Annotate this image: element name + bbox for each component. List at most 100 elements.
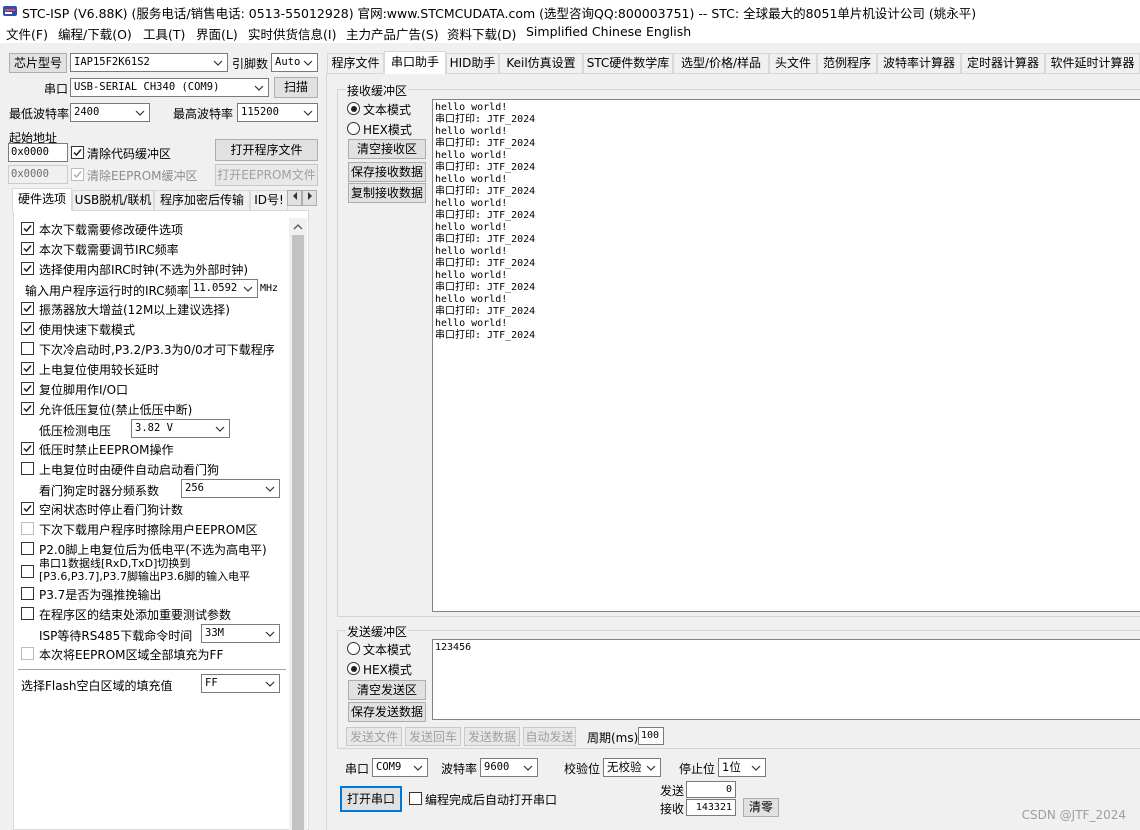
reset-pin-io-checkbox[interactable] xyxy=(21,382,34,395)
port-select[interactable]: USB-SERIAL CH340 (COM9) xyxy=(70,78,269,97)
idle-stop-watchdog-checkbox[interactable] xyxy=(21,502,34,515)
receive-line: 串口打印: JTF_2024 xyxy=(435,186,536,197)
recv-text-mode-radio[interactable] xyxy=(347,102,360,115)
irc-frequency-select[interactable]: 11.0592 xyxy=(189,279,258,298)
tab-baud-calculator[interactable]: 波特率计算器 xyxy=(877,53,961,73)
code-start-address-input[interactable]: 0x0000 xyxy=(8,143,68,162)
send-hex-mode-radio[interactable] xyxy=(347,662,360,675)
chip-model-select[interactable]: IAP15F2K61S2 xyxy=(70,53,228,72)
save-send-button[interactable]: 保存发送数据 xyxy=(348,702,426,722)
cold-start-p32-checkbox[interactable] xyxy=(21,342,34,355)
tab-selection-price[interactable]: 选型/价格/样品 xyxy=(673,53,769,73)
tab-scroll-left-button[interactable] xyxy=(287,190,302,206)
tab-math-lib[interactable]: STC硬件数学库 xyxy=(583,53,673,73)
caret-up-icon xyxy=(293,224,303,230)
tab-examples[interactable]: 范例程序 xyxy=(817,53,877,73)
chevron-down-icon xyxy=(751,765,761,771)
menu-supply[interactable]: 实时供货信息(I) xyxy=(248,24,336,43)
menu-file[interactable]: 文件(F) xyxy=(6,24,48,43)
receive-line: hello world! xyxy=(435,126,508,137)
parity-select[interactable]: 无校验 xyxy=(603,758,661,777)
chevron-down-icon xyxy=(265,486,275,492)
chip-model-button[interactable]: 芯片型号 xyxy=(9,53,67,73)
test-params-checkbox[interactable] xyxy=(21,607,34,620)
open-serial-port-button[interactable]: 打开串口 xyxy=(340,786,402,812)
receive-line: 串口打印: JTF_2024 xyxy=(435,138,536,149)
p20-low-checkbox[interactable] xyxy=(21,542,34,555)
erase-eeprom-checkbox[interactable] xyxy=(21,522,34,535)
chevron-down-icon xyxy=(265,681,275,687)
fill-eeprom-ff-checkbox[interactable] xyxy=(21,647,34,660)
period-input[interactable]: 100 xyxy=(638,727,664,745)
check-icon xyxy=(23,325,32,333)
menu-ui[interactable]: 界面(L) xyxy=(196,24,238,43)
tab-usb-offline[interactable]: USB脱机/联机 xyxy=(72,190,154,210)
serial-port-value: COM9 xyxy=(376,761,402,773)
menu-simplified-chinese[interactable]: Simplified Chinese xyxy=(526,24,642,39)
tab-program-file[interactable]: 程序文件 xyxy=(327,53,384,73)
check-icon xyxy=(23,225,32,233)
tab-keil-sim[interactable]: Keil仿真设置 xyxy=(499,53,583,73)
eeprom-lv-disable-checkbox[interactable] xyxy=(21,442,34,455)
hardware-options-scrollbar[interactable] xyxy=(289,218,307,830)
uart-switch-checkbox[interactable] xyxy=(21,565,34,578)
receive-line: 串口打印: JTF_2024 xyxy=(435,282,536,293)
internal-irc-checkbox[interactable] xyxy=(21,262,34,275)
isp-rs485-wait-label: ISP等待RS485下载命令时间 xyxy=(39,629,193,643)
tab-serial-assistant[interactable]: 串口助手 xyxy=(384,51,446,74)
menu-bar: 文件(F) 编程/下载(O) 工具(T) 界面(L) 实时供货信息(I) 主力产… xyxy=(0,22,1140,44)
serial-port-select[interactable]: COM9 xyxy=(372,758,428,777)
menu-tools[interactable]: 工具(T) xyxy=(143,24,185,43)
clear-receive-button[interactable]: 清空接收区 xyxy=(348,139,426,159)
tab-timer-calculator[interactable]: 定时器计算器 xyxy=(961,53,1045,73)
save-receive-button[interactable]: 保存接收数据 xyxy=(348,162,426,182)
tab-id-number[interactable]: ID号! xyxy=(250,190,288,210)
send-textarea[interactable]: 123456 xyxy=(432,639,1140,720)
stop-bits-select[interactable]: 1位 xyxy=(718,758,766,777)
hw-watchdog-checkbox[interactable] xyxy=(21,462,34,475)
check-icon xyxy=(73,149,82,157)
copy-receive-button[interactable]: 复制接收数据 xyxy=(348,183,426,203)
clear-counts-button[interactable]: 清零 xyxy=(743,798,779,817)
pin-count-select[interactable]: Auto xyxy=(271,53,318,72)
p37-push-pull-checkbox[interactable] xyxy=(21,587,34,600)
modify-hw-options-checkbox[interactable] xyxy=(21,222,34,235)
receive-textarea[interactable]: hello world! 串口打印: JTF_2024 hello world! 串口… xyxy=(432,99,1140,612)
menu-program[interactable]: 编程/下载(O) xyxy=(58,24,132,43)
min-baud-select[interactable]: 2400 xyxy=(70,103,150,122)
tab-delay-calculator[interactable]: 软件延时计算器 xyxy=(1045,53,1140,73)
auto-send-button: 自动发送 xyxy=(523,727,576,746)
fast-download-checkbox[interactable] xyxy=(21,322,34,335)
adjust-irc-checkbox[interactable] xyxy=(21,242,34,255)
isp-rs485-wait-select[interactable]: 33M xyxy=(201,624,280,643)
chevron-down-icon xyxy=(254,85,264,91)
adjust-irc-label: 本次下载需要调节IRC频率 xyxy=(39,243,179,257)
tab-scroll-right-button[interactable] xyxy=(302,190,317,206)
oscillator-gain-checkbox[interactable] xyxy=(21,302,34,315)
baud-rate-select[interactable]: 9600 xyxy=(480,758,538,777)
clear-send-button[interactable]: 清空发送区 xyxy=(348,680,426,700)
recv-hex-mode-radio[interactable] xyxy=(347,122,360,135)
p37-push-pull-label: P3.7是否为强推挽输出 xyxy=(39,588,162,602)
lvd-voltage-select[interactable]: 3.82 V xyxy=(131,419,230,438)
scrollbar-thumb[interactable] xyxy=(292,235,304,830)
menu-ads[interactable]: 主力产品广告(S) xyxy=(346,24,439,43)
send-text-mode-radio[interactable] xyxy=(347,642,360,655)
menu-english[interactable]: English xyxy=(646,24,691,39)
scan-button[interactable]: 扫描 xyxy=(274,77,318,98)
uart-switch-label-line1: 串口1数据线[RxD,TxD]切换到 xyxy=(39,557,191,570)
flash-fill-select[interactable]: FF xyxy=(201,674,280,693)
watchdog-prescaler-select[interactable]: 256 xyxy=(181,479,280,498)
max-baud-select[interactable]: 115200 xyxy=(237,103,318,122)
tab-header-files[interactable]: 头文件 xyxy=(769,53,817,73)
tab-encrypted-transfer[interactable]: 程序加密后传输 xyxy=(154,190,250,210)
tab-hid-assistant[interactable]: HID助手 xyxy=(446,53,499,73)
tab-hardware-options[interactable]: 硬件选项 xyxy=(12,188,72,211)
receive-line: 串口打印: JTF_2024 xyxy=(435,210,536,221)
clear-code-buffer-checkbox[interactable] xyxy=(71,146,84,159)
open-program-file-button[interactable]: 打开程序文件 xyxy=(215,139,318,161)
menu-download[interactable]: 资料下载(D) xyxy=(447,24,516,43)
low-voltage-reset-checkbox[interactable] xyxy=(21,402,34,415)
long-reset-delay-checkbox[interactable] xyxy=(21,362,34,375)
auto-open-port-checkbox[interactable] xyxy=(409,792,422,805)
